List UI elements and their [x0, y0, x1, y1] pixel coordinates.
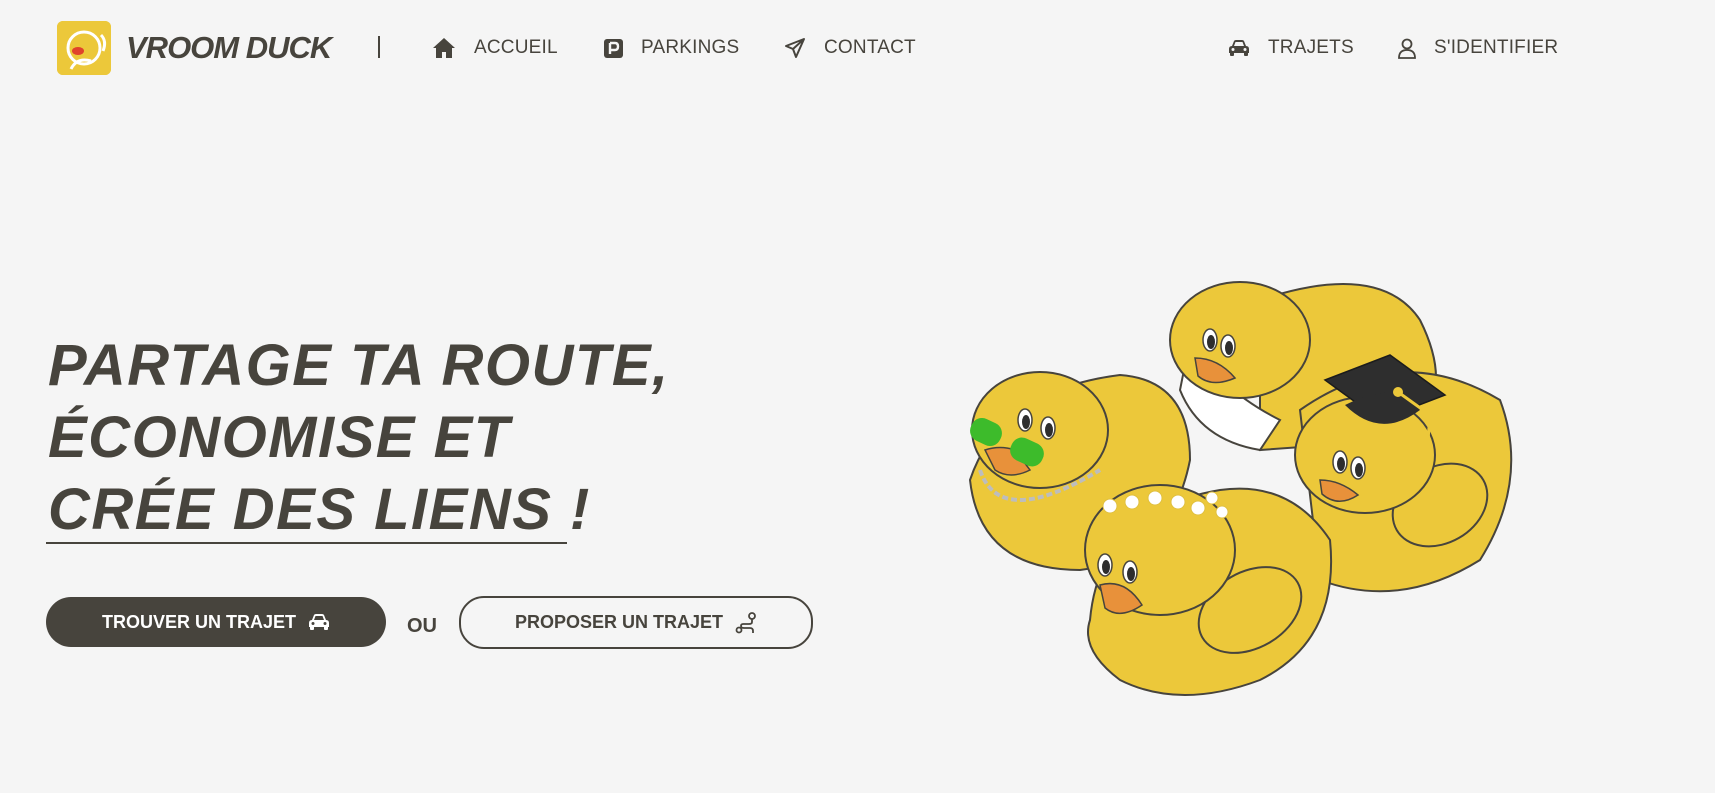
nav-contact[interactable]: CONTACT [784, 36, 916, 60]
car-icon [1229, 40, 1249, 56]
nav-parkings[interactable]: PARKINGS [604, 36, 739, 60]
duck-logo-icon [57, 21, 111, 75]
brand-separator [378, 36, 380, 58]
nav-parkings-label: PARKINGS [641, 37, 740, 58]
route-icon [735, 611, 756, 633]
send-icon [785, 38, 805, 58]
headline-underline [46, 542, 567, 544]
nav-identifier[interactable]: S'IDENTIFIER [1398, 36, 1558, 60]
find-trip-label: TROUVER UN TRAJET [101, 611, 296, 632]
offer-trip-label: PROPOSER UN TRAJET [514, 612, 724, 632]
headline-line-1: PARTAGE TA ROUTE, [48, 333, 670, 398]
duck-flowers [1084, 484, 1333, 696]
home-icon [433, 38, 455, 58]
logo[interactable] [57, 21, 111, 75]
nav-accueil[interactable]: ACCUEIL [432, 36, 558, 60]
nav-identifier-label: S'IDENTIFIER [1434, 37, 1559, 58]
nav-trajets[interactable]: TRAJETS [1228, 36, 1354, 60]
hero-headline: PARTAGE TA ROUTE, ÉCONOMISE ET CRÉE DES … [48, 330, 670, 546]
or-label: OU [407, 615, 437, 637]
offer-trip-button[interactable]: PROPOSER UN TRAJET [459, 596, 813, 649]
find-trip-button[interactable]: TROUVER UN TRAJET [46, 597, 386, 647]
user-icon [1398, 38, 1416, 59]
car-icon [309, 614, 329, 630]
parking-icon [604, 38, 623, 58]
header: VROOM DUCK ACCUEIL PARKINGS CONTACT TRAJ… [0, 0, 1715, 100]
nav-accueil-label: ACCUEIL [474, 37, 558, 58]
headline-line-3: CRÉE DES LIENS ! [48, 477, 591, 542]
nav-contact-label: CONTACT [824, 37, 916, 58]
nav-trajets-label: TRAJETS [1268, 37, 1354, 58]
headline-line-2: ÉCONOMISE ET [48, 405, 511, 470]
brand-name[interactable]: VROOM DUCK [126, 30, 332, 66]
ducks-illustration [968, 281, 1513, 696]
